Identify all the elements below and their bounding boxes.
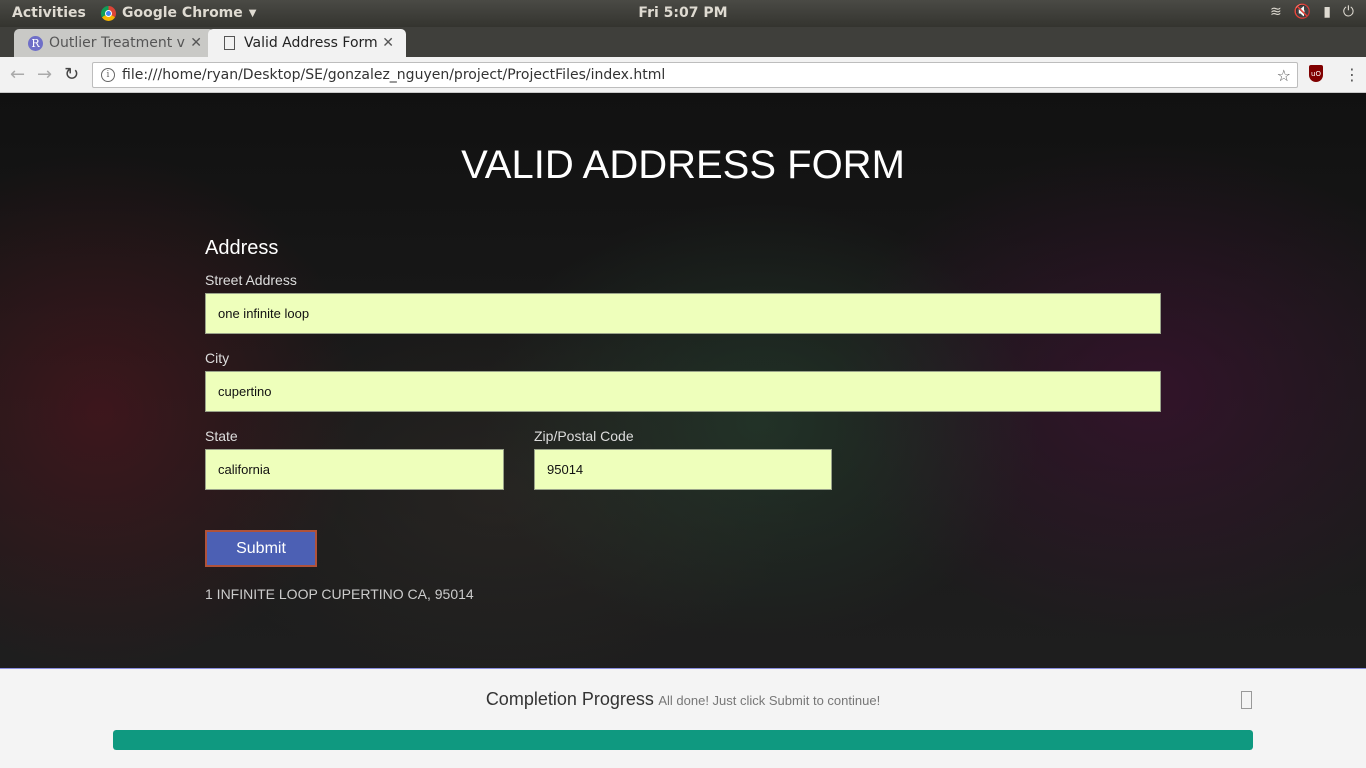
progress-bar (113, 730, 1253, 750)
power-icon[interactable]: ⏻ (1343, 4, 1354, 20)
submit-button[interactable]: Submit (205, 530, 317, 567)
tab-title: Outlier Treatment v (49, 35, 185, 51)
browser-toolbar: ← → ↻ i file:///home/ryan/Desktop/SE/gon… (0, 57, 1366, 93)
volume-icon[interactable]: 🔇 (1294, 4, 1311, 20)
close-tab-icon[interactable]: ✕ (190, 35, 202, 51)
city-input[interactable] (205, 371, 1161, 412)
progress-heading: Completion Progress All done! Just click… (0, 689, 1366, 710)
url-text[interactable]: file:///home/ryan/Desktop/SE/gonzalez_ng… (122, 67, 1277, 83)
reload-icon[interactable]: ↻ (64, 64, 79, 85)
progress-bar-fill (113, 730, 1253, 750)
progress-message: All done! Just click Submit to continue! (658, 693, 881, 708)
battery-icon[interactable]: ▮ (1323, 4, 1331, 20)
tab-title: Valid Address Form (244, 35, 378, 51)
progress-footer: Completion Progress All done! Just click… (0, 668, 1366, 768)
bookmark-star-icon[interactable]: ☆ (1277, 66, 1291, 85)
forward-arrow-icon[interactable]: → (37, 64, 52, 85)
document-icon (224, 36, 235, 50)
wifi-icon[interactable]: ≋ (1270, 4, 1282, 20)
zip-input[interactable] (534, 449, 832, 490)
back-arrow-icon[interactable]: ← (10, 64, 25, 85)
page-title: VALID ADDRESS FORM (461, 143, 905, 187)
street-label: Street Address (205, 272, 297, 288)
progress-title: Completion Progress (485, 689, 654, 709)
menu-kebab-icon[interactable]: ⋮ (1344, 65, 1360, 84)
phone-icon[interactable] (1241, 691, 1252, 709)
street-address-input[interactable] (205, 293, 1161, 334)
os-top-bar: Activities Google Chrome ▼ Fri 5:07 PM ≋… (0, 0, 1366, 27)
zip-label: Zip/Postal Code (534, 428, 634, 444)
info-icon[interactable]: i (101, 68, 115, 82)
tab-strip: R Outlier Treatment v ✕ Valid Address Fo… (0, 27, 1366, 77)
section-heading: Address (205, 237, 279, 259)
address-bar[interactable]: i file:///home/ryan/Desktop/SE/gonzalez_… (92, 62, 1298, 88)
tab-valid-address-form[interactable]: Valid Address Form ✕ (208, 29, 406, 57)
state-input[interactable] (205, 449, 504, 490)
clock[interactable]: Fri 5:07 PM (0, 5, 1366, 21)
city-label: City (205, 350, 230, 366)
formatted-address-output: 1 INFINITE LOOP CUPERTINO CA, 95014 (205, 586, 474, 602)
system-tray[interactable]: ≋ 🔇 ▮ ⏻ (1270, 4, 1354, 20)
state-label: State (205, 428, 238, 444)
ublock-icon[interactable]: uO (1309, 65, 1323, 82)
page-content: VALID ADDRESS FORM Address Street Addres… (0, 93, 1366, 668)
tab-outlier-treatment[interactable]: R Outlier Treatment v ✕ (14, 29, 214, 57)
r-logo-icon: R (28, 35, 43, 51)
close-tab-icon[interactable]: ✕ (382, 35, 394, 51)
